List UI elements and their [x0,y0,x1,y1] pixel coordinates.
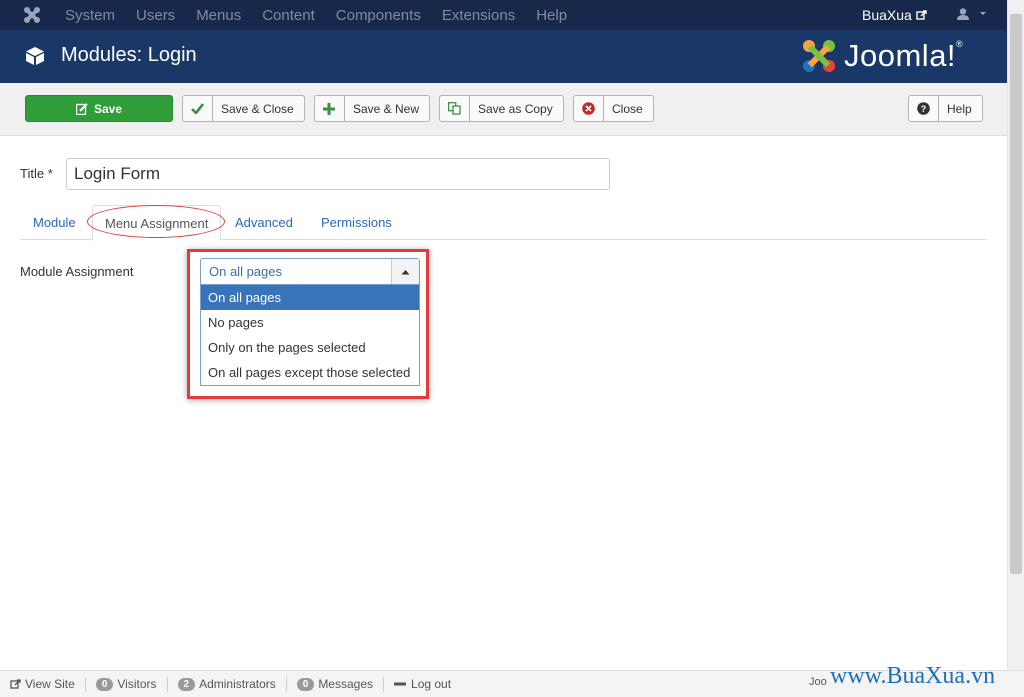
messages-label: Messages [318,677,374,691]
user-icon [957,8,969,20]
view-site-link[interactable]: View Site [0,676,86,692]
save-close-button[interactable]: Save & Close [182,95,305,122]
joomla-brand-icon [803,40,835,72]
visitors-label: Visitors [117,677,157,691]
menu-system[interactable]: System [65,7,115,24]
close-icon [574,96,604,121]
vertical-scrollbar[interactable] [1007,0,1024,670]
question-icon: ? [909,96,939,121]
option-on-all-pages[interactable]: On all pages [201,285,419,310]
page-title: Modules: Login [61,44,197,66]
option-only-selected[interactable]: Only on the pages selected [201,335,419,360]
save-new-label: Save & New [352,101,419,116]
caret-down-icon [980,12,986,15]
edit-icon [75,96,88,121]
save-button[interactable]: Save [25,95,173,122]
messages-count-badge: 0 [296,677,315,691]
page-header: Modules: Login Joomla! ® [0,30,1007,83]
tab-bar: Module Menu Assignment Advanced Permissi… [20,205,987,241]
save-new-button[interactable]: Save & New [314,95,430,122]
check-icon [183,96,213,121]
brand-text: Joomla! [844,38,957,73]
module-assignment-label: Module Assignment [20,264,134,279]
module-assignment-select[interactable]: On all pages [200,258,420,285]
title-label: Title * [20,166,53,181]
close-label: Close [612,101,643,116]
help-button[interactable]: ? Help [908,95,983,122]
chevron-up-icon[interactable] [391,259,419,284]
menu-menus[interactable]: Menus [196,7,241,24]
site-link[interactable]: BuaXua [862,7,927,23]
close-button[interactable]: Close [573,95,654,122]
save-close-label: Save & Close [221,101,294,116]
visitors-status: 0 Visitors [86,676,168,692]
copy-icon [440,96,470,121]
tab-permissions[interactable]: Permissions [309,205,404,240]
menu-extensions[interactable]: Extensions [442,7,515,24]
plus-icon [315,96,345,121]
minus-icon [394,682,407,686]
save-copy-button[interactable]: Save as Copy [439,95,564,122]
assignment-dropdown-list: On all pages No pages Only on the pages … [200,285,420,386]
watermark: www.BuaXua.vn [830,663,996,689]
toolbar: Save Save & Close Save & New Save as Cop… [0,83,1007,136]
svg-text:?: ? [921,104,927,114]
top-navbar: System Users Menus Content Components Ex… [0,0,1007,30]
user-menu[interactable] [956,7,988,21]
select-value: On all pages [209,264,282,279]
admins-count-badge: 2 [177,677,196,691]
view-site-label: View Site [25,677,75,691]
menu-components[interactable]: Components [336,7,421,24]
joomla-logo-icon[interactable] [22,5,42,25]
scrollbar-thumb[interactable] [1010,14,1022,574]
external-link-icon [10,678,21,689]
messages-status[interactable]: 0 Messages [287,676,385,692]
tab-menu-assignment[interactable]: Menu Assignment [92,205,222,241]
joomla-version-text: Joo [809,676,827,688]
option-all-except-selected[interactable]: On all pages except those selected [201,360,419,385]
joomla-brand: Joomla! ® [800,37,963,75]
registered-mark: ® [956,39,963,49]
site-name: BuaXua [862,7,912,23]
save-copy-label: Save as Copy [478,101,553,116]
tab-advanced[interactable]: Advanced [223,205,305,240]
help-label: Help [947,101,972,116]
option-no-pages[interactable]: No pages [201,310,419,335]
menu-help[interactable]: Help [536,7,567,24]
title-input[interactable] [66,158,610,190]
save-label: Save [93,101,123,116]
logout-link[interactable]: Log out [384,677,461,692]
menu-users[interactable]: Users [136,7,175,24]
menu-content[interactable]: Content [262,7,315,24]
tab-module[interactable]: Module [21,205,88,240]
administrators-status: 2 Administrators [168,676,287,692]
top-menu: System Users Menus Content Components Ex… [65,0,588,30]
visitors-count-badge: 0 [95,677,114,691]
external-link-icon [916,9,927,20]
admins-label: Administrators [199,677,276,691]
logout-label: Log out [411,677,452,691]
cube-icon [26,47,44,65]
